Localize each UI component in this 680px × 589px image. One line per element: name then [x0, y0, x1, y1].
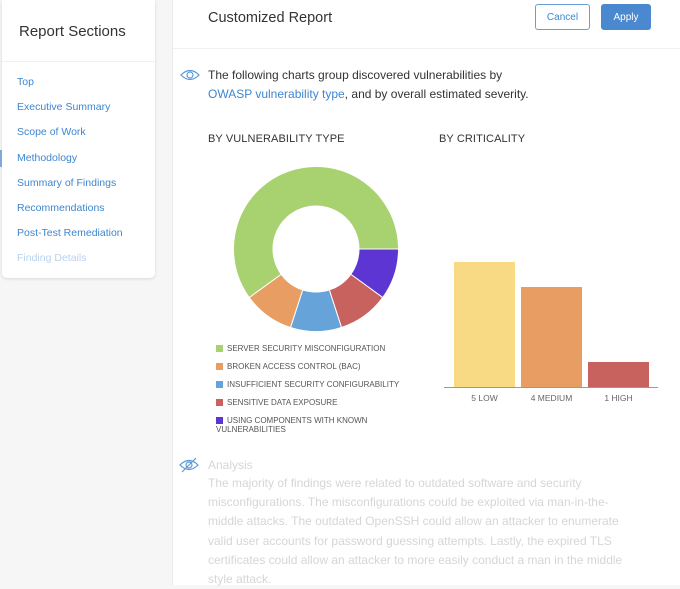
analysis-title: Analysis — [208, 458, 253, 472]
apply-button[interactable]: Apply — [601, 4, 651, 30]
legend-item: BROKEN ACCESS CONTROL (BAC) — [216, 362, 416, 371]
sidebar-item-post-test-remediation[interactable]: Post-Test Remediation — [2, 221, 155, 246]
criticality-bar-chart: 5 LOW 4 MEDIUM 1 HIGH — [444, 262, 658, 403]
bar[interactable] — [454, 262, 515, 387]
sidebar-item-top[interactable]: Top — [2, 70, 155, 95]
page-title: Customized Report — [208, 10, 333, 26]
legend-item: INSUFFICIENT SECURITY CONFIGURABILITY — [216, 380, 416, 389]
sidebar-item-methodology[interactable]: Methodology — [0, 146, 155, 171]
intro-text-after: , and by overall estimated severity. — [344, 87, 529, 101]
report-sections-sidebar: Report Sections Top Executive Summary Scop… — [0, 0, 155, 278]
sidebar-item-summary-of-findings[interactable]: Summary of Findings — [2, 171, 155, 196]
legend-item: SENSITIVE DATA EXPOSURE — [216, 398, 416, 407]
main-panel: Customized Report Cancel Apply The follo… — [172, 0, 680, 586]
cancel-button[interactable]: Cancel — [535, 4, 590, 30]
eye-off-icon[interactable] — [179, 457, 199, 473]
legend-item: SERVER SECURITY MISCONFIGURATION — [216, 344, 416, 353]
donut-legend: SERVER SECURITY MISCONFIGURATION BROKEN A… — [216, 344, 416, 434]
sidebar-item-finding-details: Finding Details — [17, 252, 87, 265]
sidebar-item-executive-summary[interactable]: Executive Summary — [2, 95, 155, 120]
eye-icon[interactable] — [180, 69, 200, 81]
bar[interactable] — [588, 362, 649, 387]
intro-text-before: The following charts group discovered vu… — [208, 68, 503, 82]
legend-item: USING COMPONENTS WITH KNOWN VULNERABILIT… — [216, 416, 416, 434]
sidebar-item-scope-of-work[interactable]: Scope of Work — [2, 120, 155, 145]
legend-label: INSUFFICIENT SECURITY CONFIGURABILITY — [227, 380, 400, 389]
x-tick-label: 5 LOW — [471, 393, 497, 403]
legend-swatch — [216, 417, 223, 424]
vulnerability-type-donut-chart — [233, 166, 400, 332]
legend-swatch — [216, 345, 223, 352]
legend-swatch — [216, 363, 223, 370]
owasp-link[interactable]: OWASP vulnerability type — [208, 87, 345, 101]
analysis-text: The majority of findings were related to… — [208, 476, 623, 587]
legend-label: SENSITIVE DATA EXPOSURE — [227, 398, 338, 407]
header: Customized Report Cancel Apply — [173, 0, 680, 49]
bar[interactable] — [521, 287, 582, 387]
legend-label: BROKEN ACCESS CONTROL (BAC) — [227, 362, 361, 371]
intro-text: The following charts group discovered vu… — [208, 66, 638, 104]
sidebar-item-recommendations[interactable]: Recommendations — [2, 196, 155, 221]
sidebar-nav: Top Executive Summary Scope of Work Methodo… — [0, 70, 155, 272]
bar-chart-title: BY CRITICALITY — [439, 133, 526, 145]
sidebar-title: Report Sections — [2, 0, 155, 62]
donut-chart-title: BY VULNERABILITY TYPE — [208, 133, 345, 145]
legend-label: USING COMPONENTS WITH KNOWN VULNERABILIT… — [216, 416, 368, 434]
legend-swatch — [216, 399, 223, 406]
legend-label: SERVER SECURITY MISCONFIGURATION — [227, 344, 386, 353]
x-tick-label: 1 HIGH — [604, 393, 632, 403]
legend-swatch — [216, 381, 223, 388]
x-tick-label: 4 MEDIUM — [531, 393, 573, 403]
